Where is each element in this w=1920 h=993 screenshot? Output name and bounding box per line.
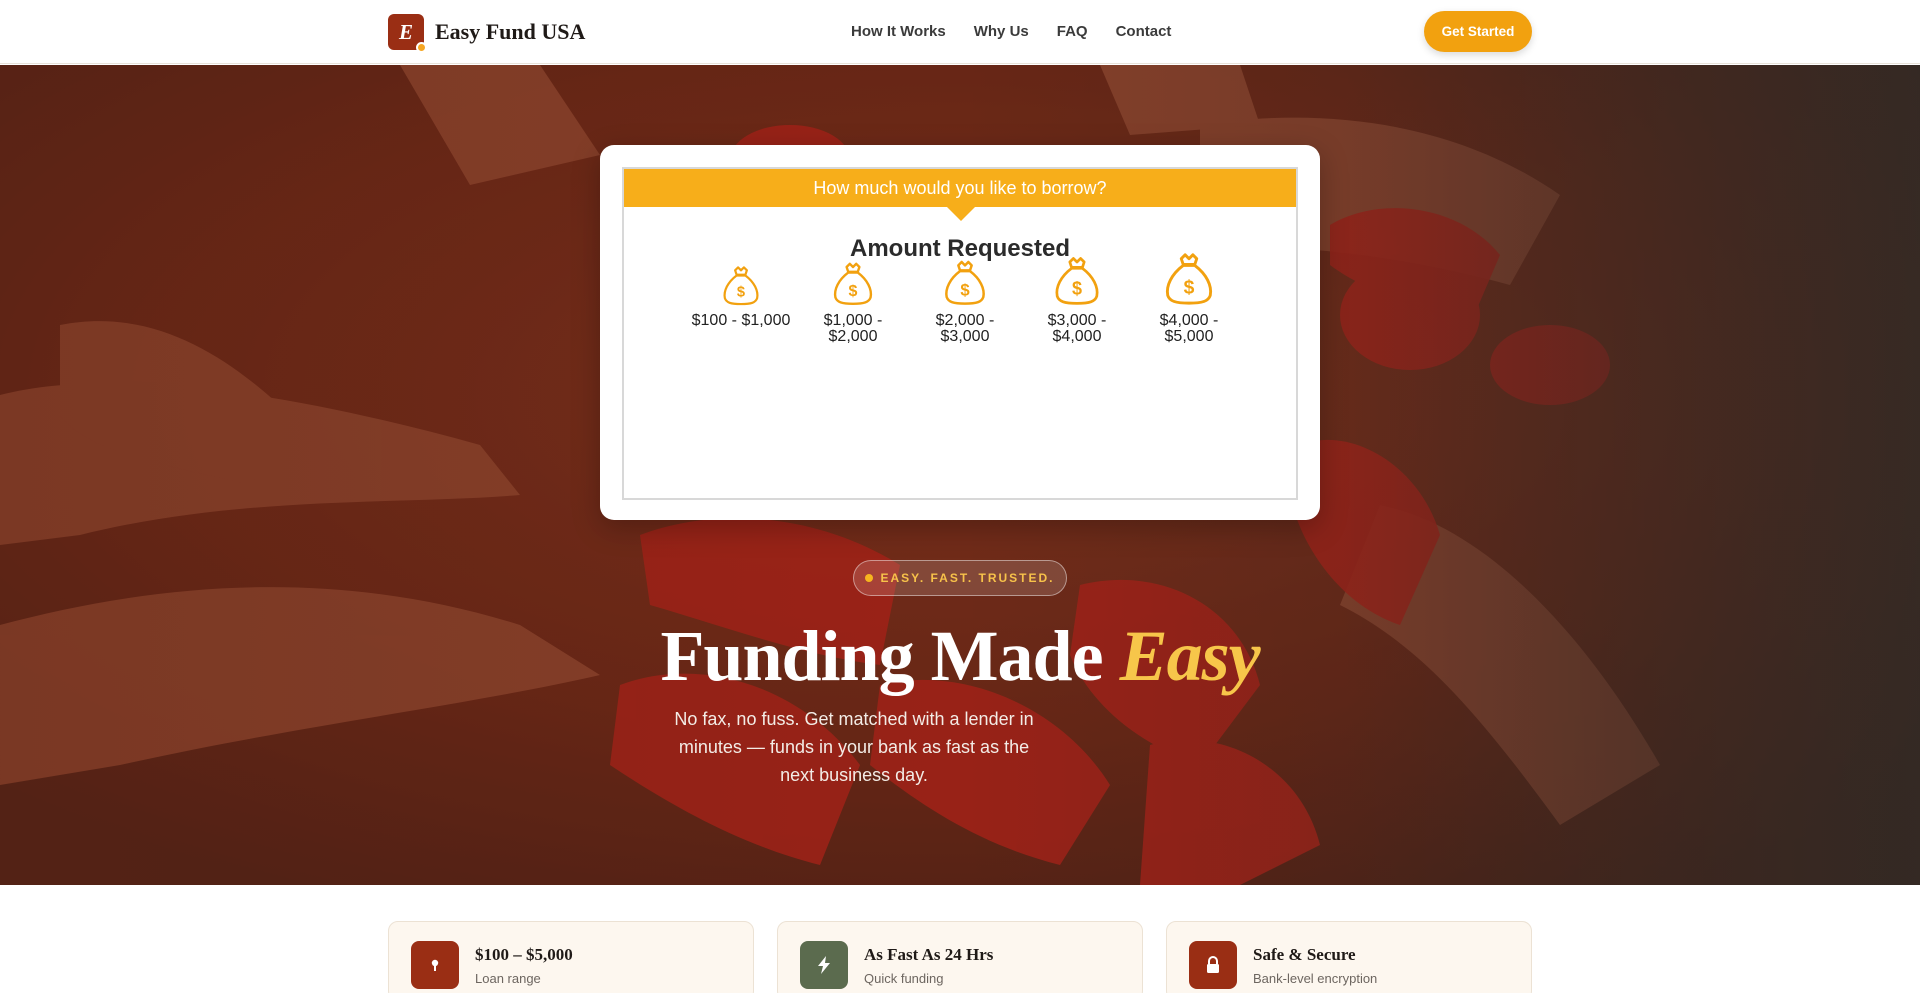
hero-headline: Funding Made Easy — [0, 615, 1920, 698]
brand-logo[interactable]: E Easy Fund USA — [388, 14, 586, 53]
hero-subtext: No fax, no fuss. Get matched with a lend… — [674, 709, 1034, 785]
amount-option-label-2: $3,000 — [940, 328, 990, 345]
feature-title: $100 – $5,000 — [475, 945, 573, 964]
nav-contact[interactable]: Contact — [1116, 23, 1172, 40]
headline-accent: Easy — [1119, 616, 1261, 696]
amount-option-label: $1,000 - — [823, 312, 883, 329]
amount-option-label: $4,000 - — [1159, 312, 1219, 329]
svg-text:$: $ — [737, 285, 745, 301]
tagline-pill: EASY. FAST. TRUSTED. — [853, 560, 1067, 596]
amount-options: $ $100 - $1,000 $ $1,000 - $2,000 $ $2,0… — [624, 169, 1296, 499]
amount-option-5[interactable]: $ $4,000 - $5,000 — [1133, 253, 1245, 345]
headline-main: Funding Made — [660, 616, 1103, 696]
money-bag-icon: $ — [1165, 253, 1213, 305]
nav-faq[interactable]: FAQ — [1057, 23, 1088, 40]
amount-option-label: $100 - $1,000 — [691, 312, 791, 329]
main-nav: How It Works Why Us FAQ Contact — [851, 23, 1171, 40]
money-bag-icon: $ — [945, 260, 985, 305]
brand-name: Easy Fund USA — [435, 19, 586, 44]
quiz-frame: How much would you like to borrow? Amoun… — [622, 167, 1298, 500]
tagline-text: EASY. FAST. TRUSTED. — [880, 571, 1055, 585]
feature-subtitle: Bank-level encryption — [1253, 971, 1378, 986]
get-started-button[interactable]: Get Started — [1424, 11, 1532, 52]
feature-card-fast-funding: As Fast As 24 Hrs Quick funding — [777, 921, 1143, 993]
feature-title: Safe & Secure — [1253, 945, 1356, 964]
nav-why-us[interactable]: Why Us — [974, 23, 1029, 40]
svg-text:$: $ — [1184, 277, 1195, 298]
svg-text:$: $ — [960, 280, 970, 299]
feature-card-secure: Safe & Secure Bank-level encryption — [1166, 921, 1532, 993]
amount-option-2[interactable]: $ $1,000 - $2,000 — [797, 257, 909, 345]
feature-card-loan-range: $100 – $5,000 Loan range — [388, 921, 754, 993]
amount-option-label: $2,000 - — [935, 312, 995, 329]
nav-how-it-works[interactable]: How It Works — [851, 23, 946, 40]
logo-mark-icon: E — [388, 14, 427, 53]
dollar-icon — [411, 941, 459, 989]
amount-option-4[interactable]: $ $3,000 - $4,000 — [1021, 257, 1133, 345]
svg-text:$: $ — [1072, 278, 1082, 298]
feature-subtitle: Quick funding — [864, 971, 944, 986]
feature-title: As Fast As 24 Hrs — [864, 945, 994, 964]
hero-section: How much would you like to borrow? Amoun… — [0, 65, 1920, 885]
logo-dot — [416, 42, 427, 53]
loan-amount-card: How much would you like to borrow? Amoun… — [600, 145, 1320, 520]
pill-dot — [865, 574, 874, 582]
money-bag-icon: $ — [723, 266, 759, 306]
svg-text:$: $ — [849, 283, 858, 300]
amount-option-1[interactable]: $ $100 - $1,000 — [685, 257, 797, 329]
amount-option-label: $3,000 - — [1047, 312, 1107, 329]
money-bag-icon: $ — [833, 262, 873, 305]
amount-option-label-2: $5,000 — [1164, 328, 1214, 345]
lightning-icon — [800, 941, 848, 989]
money-bag-icon: $ — [1055, 257, 1099, 305]
amount-option-3[interactable]: $ $2,000 - $3,000 — [909, 257, 1021, 345]
feature-subtitle: Loan range — [475, 971, 541, 986]
site-header: E Easy Fund USA How It Works Why Us FAQ … — [0, 0, 1920, 64]
amount-option-label-2: $4,000 — [1052, 328, 1102, 345]
lock-icon — [1189, 941, 1237, 989]
amount-option-label-2: $2,000 — [828, 328, 878, 345]
